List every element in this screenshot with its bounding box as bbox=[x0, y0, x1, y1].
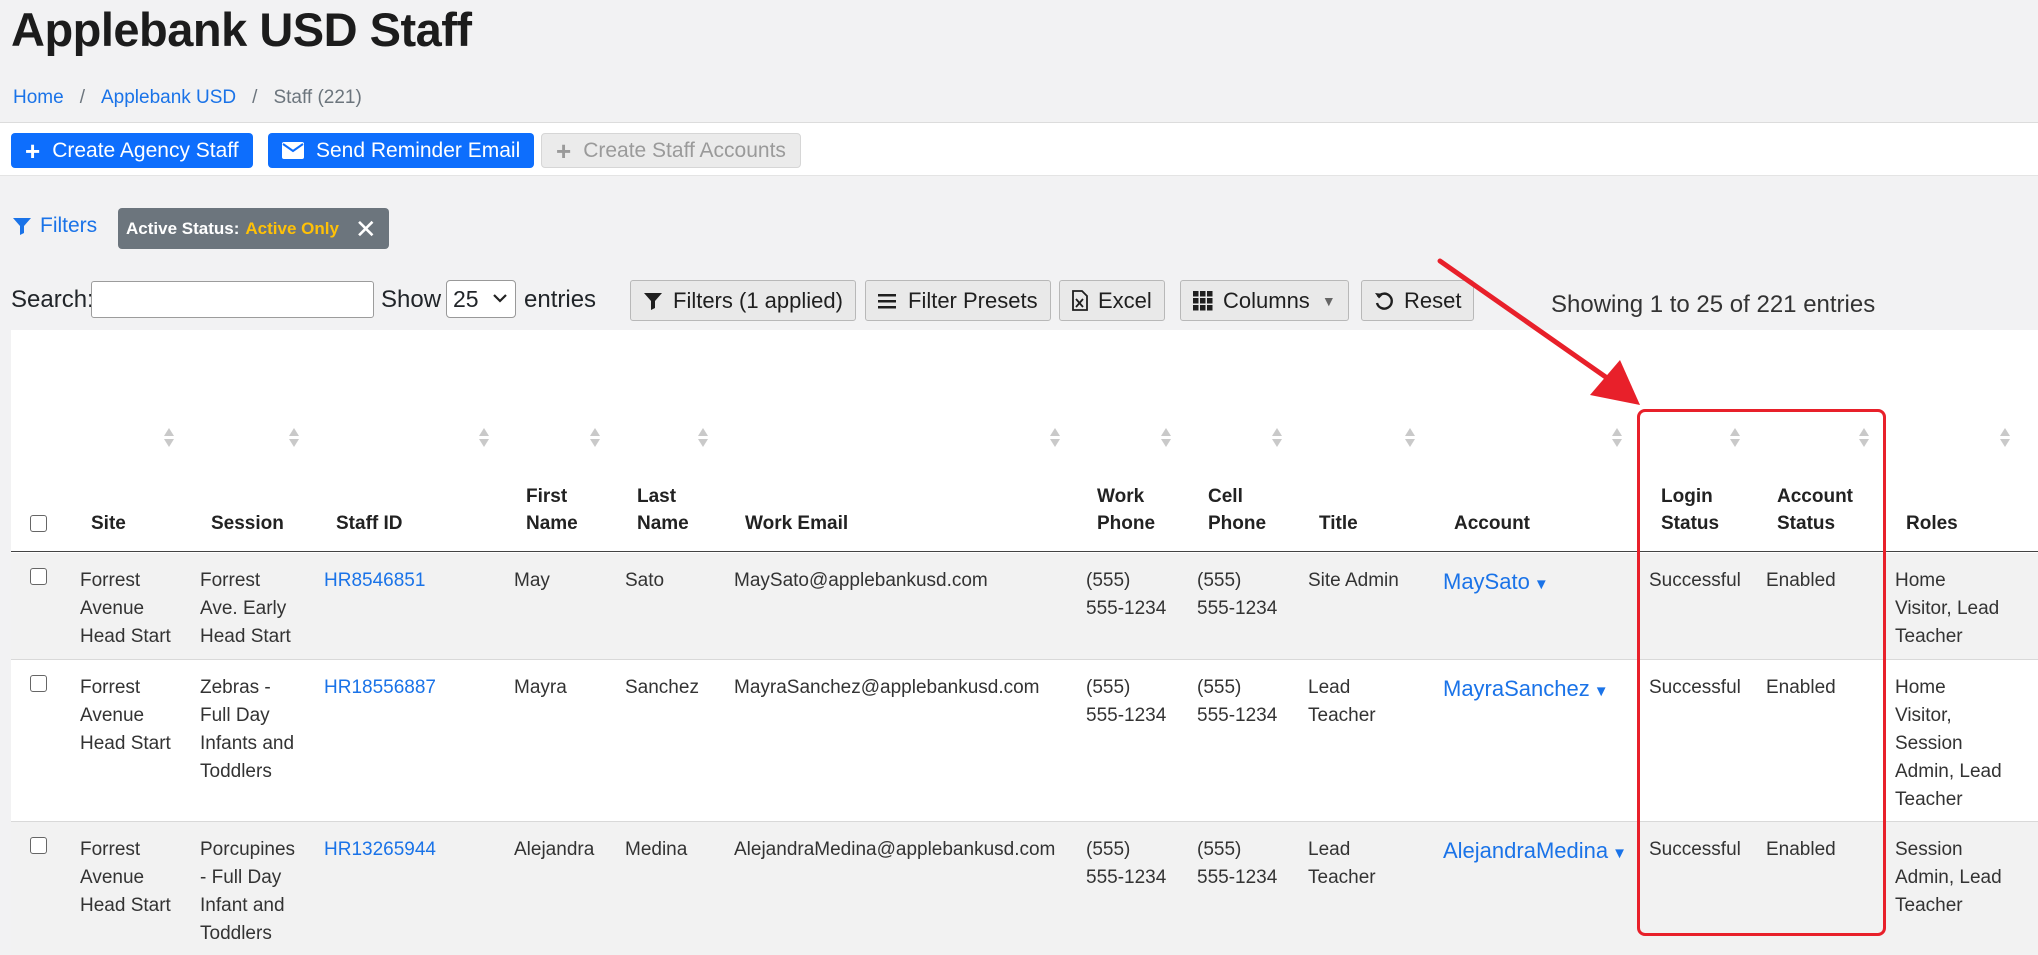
annotation-arrow-shaft bbox=[1437, 258, 1613, 383]
annotation-highlight-box bbox=[1637, 409, 1886, 936]
annotation-arrow-head bbox=[1590, 360, 1640, 405]
